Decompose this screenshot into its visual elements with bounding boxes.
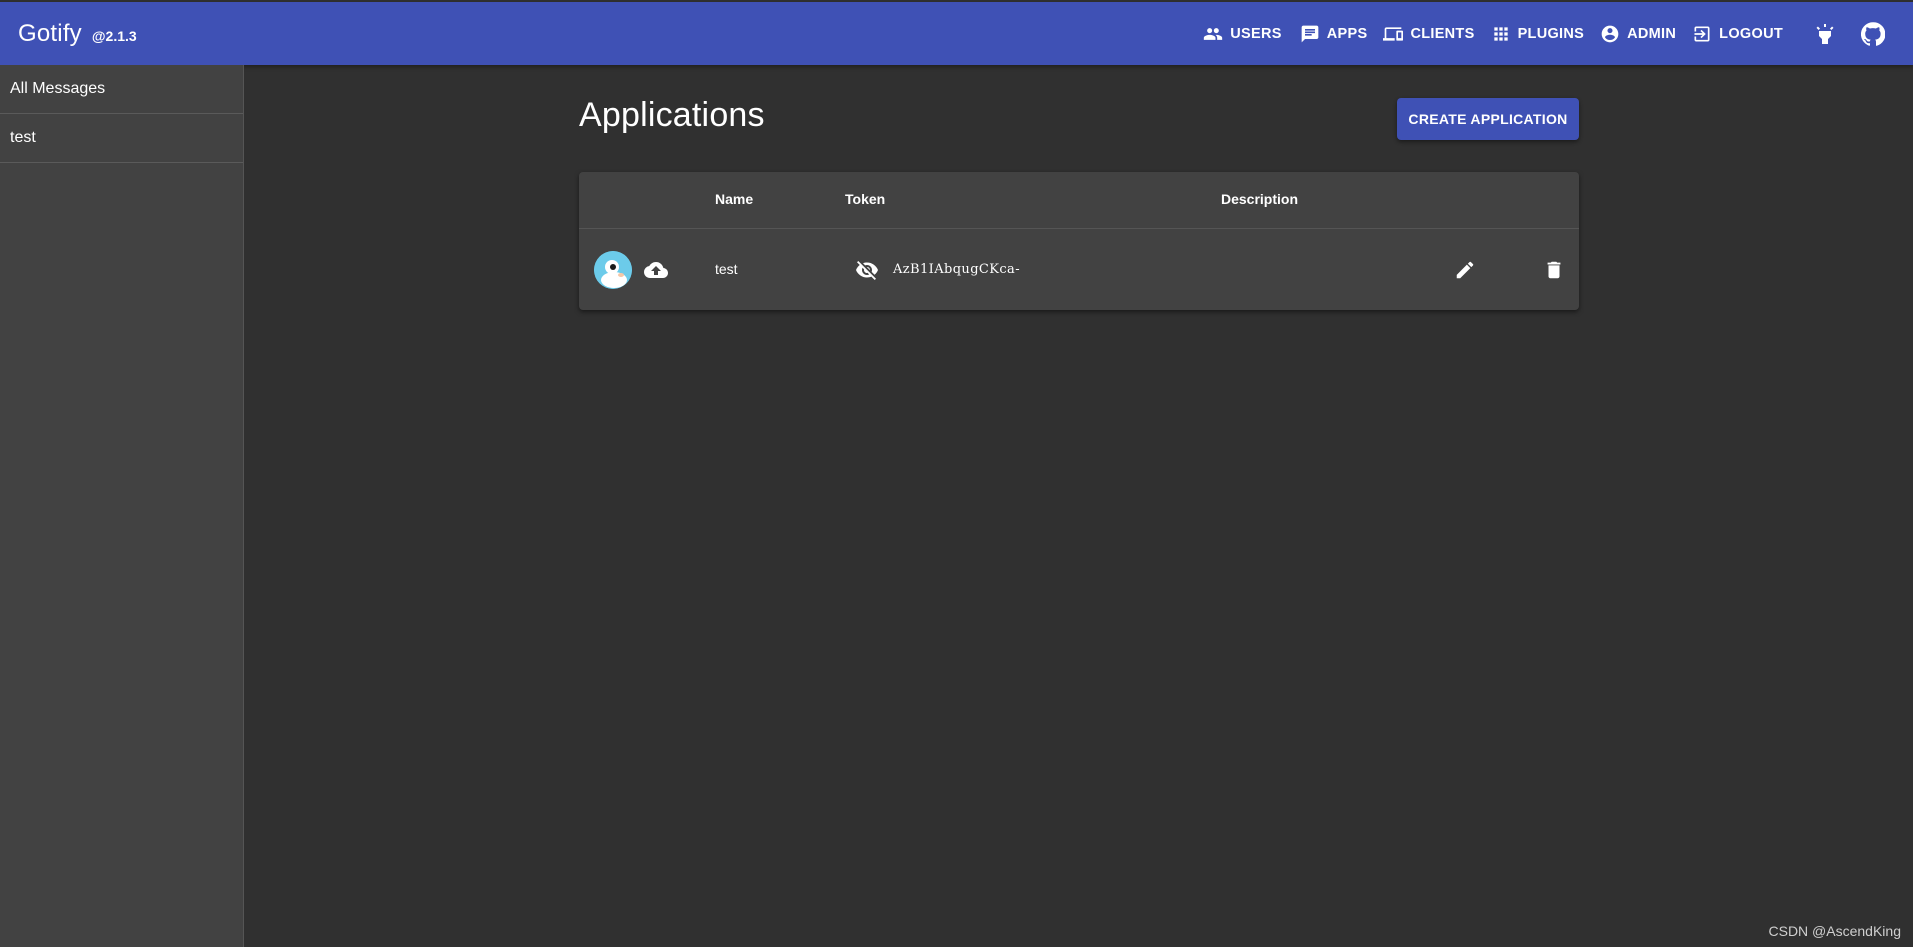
column-header-name: Name [715,191,754,207]
app-name: test [715,261,738,277]
sidebar-item-all-messages[interactable]: All Messages [0,65,243,114]
nav-clients-button[interactable]: CLIENTS [1377,14,1480,54]
edit-icon [1456,261,1474,279]
table-header: Name Token Description [579,172,1579,229]
nav-logout-button[interactable]: LOGOUT [1686,14,1789,54]
gopher-icon [594,251,632,289]
nav-plugins-label: PLUGINS [1517,25,1585,42]
nav-admin-button[interactable]: ADMIN [1594,14,1682,54]
sidebar-item-label: test [10,129,36,146]
nav-clients-label: CLIENTS [1410,25,1475,42]
lightbulb-icon [1816,23,1834,44]
nav-logout-label: LOGOUT [1719,25,1783,42]
clients-icon [1383,26,1404,41]
nav-admin-label: ADMIN [1627,25,1677,42]
upload-image-button[interactable] [641,255,671,285]
apps-icon [1301,25,1319,42]
users-icon [1204,27,1223,40]
applications-table: Name Token Description test AzB1IAbqugCK… [579,172,1579,310]
toggle-token-visibility-button[interactable] [853,256,881,284]
sidebar-item-label: All Messages [10,80,106,97]
app-bar: Gotify @2.1.3 USERS APPS CLIENTS PLUGINS… [0,2,1913,65]
create-application-button[interactable]: CREATE APPLICATION [1397,98,1579,140]
github-icon [1861,21,1885,46]
app-title: Gotify [18,19,82,47]
logout-icon [1694,26,1710,41]
app-token: AzB1IAbqugCKca- [893,262,1021,277]
delete-app-button[interactable] [1539,255,1569,285]
nav-users-label: USERS [1230,25,1282,42]
theme-toggle-button[interactable] [1801,10,1849,58]
app-avatar [594,251,632,289]
nav-users-button[interactable]: USERS [1197,14,1287,54]
sidebar: All Messages test [0,65,244,947]
edit-app-button[interactable] [1450,255,1480,285]
plugins-icon [1493,26,1508,41]
nav-apps-label: APPS [1326,25,1368,42]
nav-apps-button[interactable]: APPS [1294,14,1374,54]
trash-icon [1547,261,1561,279]
cloud-upload-icon [644,262,668,278]
top-nav: USERS APPS CLIENTS PLUGINS ADMIN LOGOUT [1197,2,1913,65]
column-header-token: Token [845,191,886,207]
page-title: Applications [579,96,765,134]
admin-icon [1601,25,1619,42]
nav-plugins-button[interactable]: PLUGINS [1485,14,1591,54]
github-button[interactable] [1849,10,1897,58]
visibility-off-icon [856,261,878,280]
brand: Gotify @2.1.3 [18,20,137,48]
sidebar-item-test[interactable]: test [0,114,243,163]
watermark: CSDN @AscendKing [1768,923,1902,939]
app-version: @2.1.3 [91,27,137,44]
column-header-description: Description [1221,191,1299,207]
table-row: test AzB1IAbqugCKca- [579,229,1579,310]
